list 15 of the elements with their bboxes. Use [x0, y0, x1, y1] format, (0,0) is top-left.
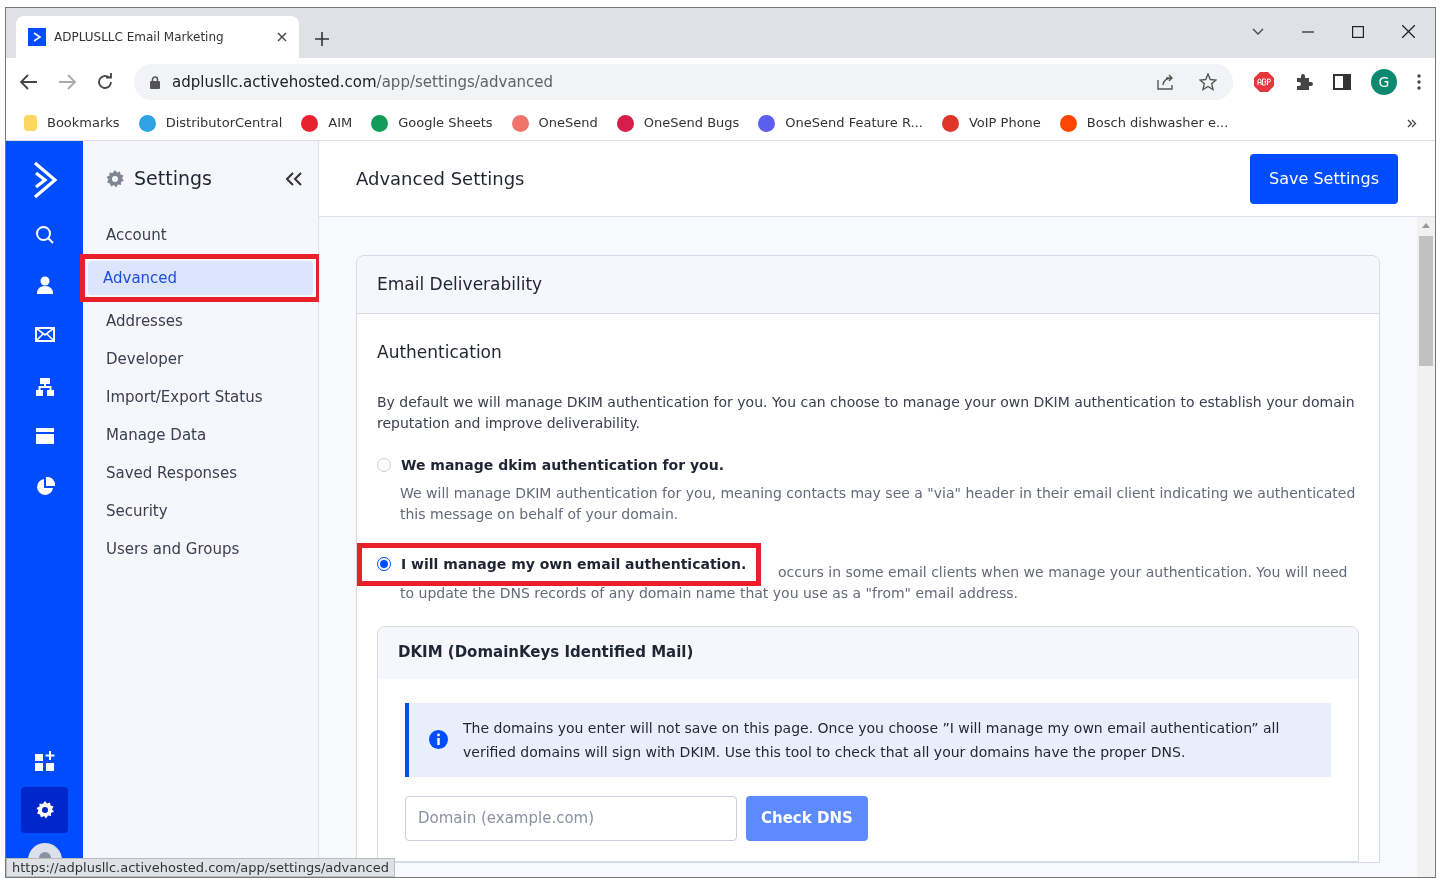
option-label: I will manage my own email authentication.: [401, 554, 747, 574]
option-label: We manage dkim authentication for you.: [401, 455, 724, 475]
info-text: The domains you enter will not save on this page. Once you choose ”I will manage my own email authentication” all verified domains will sign with DKIM. Use this tool to check that all your domains have the proper DNS.: [463, 718, 1281, 762]
option-description: to update the DNS records of any domain name that you use as a "from" email address.: [400, 583, 1019, 603]
intro-paragraph: By default we will manage DKIM authentication for you. You can choose to manage your own DKIM authentication to establish your domain reputation and improve deliverability.: [377, 392, 1356, 433]
tab-title: ADPLUSLLC Email Marketing: [54, 29, 225, 46]
card-title: Email Deliverability: [377, 272, 543, 296]
status-url-tooltip: https://adplusllc.activehosted.com/app/settings/advanced: [6, 858, 395, 877]
section-title: Authentication: [377, 341, 503, 364]
option-description: occurs in some email clients when we manage your authentication. You will need: [778, 562, 1349, 582]
panel-title: DKIM (DomainKeys Identified Mail): [398, 642, 694, 664]
page-title: Advanced Settings: [356, 167, 526, 191]
option-description: We will manage DKIM authentication for you, meaning contacts may see a "via" header in their email client indicating we authenticated this message on behalf of your domain.: [400, 483, 1357, 524]
url-text: adplusllc.activehosted.com/app/settings/advanced: [172, 71, 555, 93]
sidebar-title: Settings: [134, 166, 213, 192]
